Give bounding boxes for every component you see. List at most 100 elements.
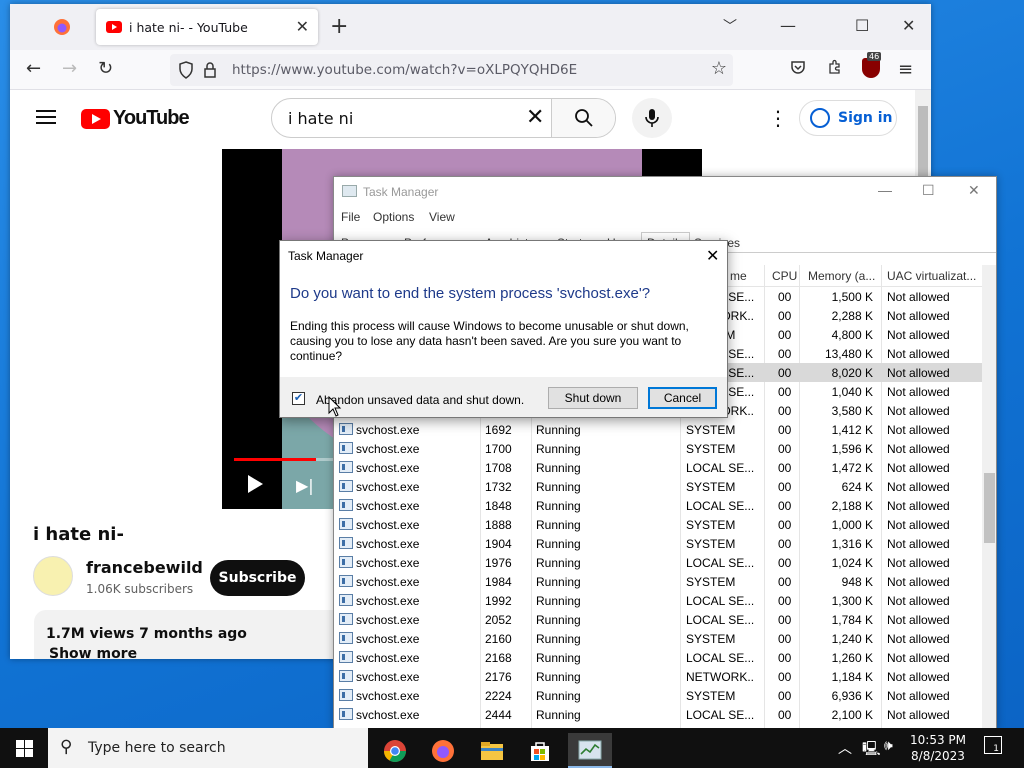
youtube-play-logo-icon <box>81 108 110 129</box>
table-row[interactable]: svchost.exe 2176 Running NETWORK... 00 1,184 … <box>334 667 982 686</box>
play-icon[interactable] <box>248 475 263 493</box>
youtube-logo[interactable]: YouTube <box>81 107 190 130</box>
search-icon: ⚲ <box>60 737 73 757</box>
cell-pid: 1692 <box>485 423 512 437</box>
cell-memory: 1,316 K <box>831 537 873 551</box>
show-more-link[interactable]: Show more <box>49 646 137 659</box>
channel-avatar[interactable] <box>33 556 73 596</box>
ublock-origin-icon[interactable] <box>862 58 880 78</box>
store-taskbar-button[interactable] <box>518 733 562 768</box>
abandon-data-label[interactable]: Abandon unsaved data and shut down. <box>316 393 524 407</box>
tracking-shield-icon[interactable] <box>178 61 194 79</box>
cancel-button[interactable]: Cancel <box>648 387 717 409</box>
forward-arrow-icon[interactable]: → <box>62 58 77 79</box>
search-box[interactable]: i hate ni ✕ <box>271 98 616 138</box>
table-row[interactable]: svchost.exe 1976 Running LOCAL SE... 00 1,024… <box>334 553 982 572</box>
table-row[interactable]: svchost.exe 2224 Running SYSTEM 00 6,936 K Not… <box>334 686 982 705</box>
description-box[interactable]: 1.7M views 7 months ago Show more <box>34 610 354 659</box>
table-row[interactable]: svchost.exe 1984 Running SYSTEM 00 948 K Not a… <box>334 572 982 591</box>
table-row[interactable]: svchost.exe 1708 Running LOCAL SE... 00 1,472… <box>334 458 982 477</box>
table-row[interactable]: svchost.exe 1992 Running LOCAL SE... 00 1,300… <box>334 591 982 610</box>
process-icon <box>339 632 353 644</box>
tm-close-button[interactable]: ✕ <box>968 182 980 199</box>
firefox-view-button[interactable] <box>32 12 92 42</box>
pocket-icon[interactable] <box>790 59 806 75</box>
cell-uac: Not allowed <box>887 328 950 342</box>
cell-uac: Not allowed <box>887 632 950 646</box>
search-button[interactable] <box>551 99 615 137</box>
notification-center-icon[interactable]: 1 <box>984 736 1002 754</box>
tab-youtube[interactable]: i hate ni- - YouTube ✕ <box>96 9 318 45</box>
process-list-scrollbar[interactable] <box>982 265 996 730</box>
next-video-icon[interactable]: ▶| <box>296 476 314 495</box>
back-arrow-icon[interactable]: ← <box>26 58 41 79</box>
lock-icon[interactable] <box>203 61 217 79</box>
task-manager-taskbar-button[interactable] <box>568 733 612 768</box>
cell-name: svchost.exe <box>356 575 420 589</box>
file-explorer-taskbar-button[interactable] <box>470 733 514 768</box>
close-tab-icon[interactable]: ✕ <box>296 17 309 36</box>
cell-username: SYSTEM <box>686 442 736 456</box>
bookmark-star-icon[interactable]: ☆ <box>711 58 727 79</box>
column-memory[interactable]: Memory (a... <box>808 269 875 283</box>
table-row[interactable]: svchost.exe 1888 Running SYSTEM 00 1,000 K Not… <box>334 515 982 534</box>
table-row[interactable]: svchost.exe 1848 Running LOCAL SE... 00 2,188… <box>334 496 982 515</box>
shut-down-button[interactable]: Shut down <box>548 387 638 409</box>
cell-name: svchost.exe <box>356 423 420 437</box>
minimize-button[interactable]: — <box>780 16 796 35</box>
ublock-badge: 46 <box>867 52 882 61</box>
table-row[interactable]: svchost.exe 1904 Running SYSTEM 00 1,316 K Not… <box>334 534 982 553</box>
close-window-button[interactable]: ✕ <box>902 16 915 35</box>
guide-menu-icon[interactable] <box>36 110 56 124</box>
firefox-taskbar-button[interactable] <box>421 733 465 768</box>
table-row[interactable]: svchost.exe 1700 Running SYSTEM 00 1,596 K Not… <box>334 439 982 458</box>
dialog-close-icon[interactable]: ✕ <box>706 246 719 266</box>
list-all-tabs-chevron-icon[interactable]: ﹀ <box>723 16 737 36</box>
tm-minimize-button[interactable]: — <box>878 182 892 198</box>
table-row[interactable]: svchost.exe 2168 Running LOCAL SE... 00 1,260… <box>334 648 982 667</box>
menu-file[interactable]: File <box>341 210 360 224</box>
maximize-button[interactable]: ☐ <box>855 16 869 35</box>
sign-in-button[interactable]: Sign in <box>799 100 897 136</box>
table-row[interactable]: svchost.exe 1692 Running SYSTEM 00 1,412 K Not… <box>334 420 982 439</box>
new-tab-button[interactable]: + <box>330 14 348 39</box>
table-row[interactable]: svchost.exe 2444 Running LOCAL SE... 00 2,100… <box>334 705 982 724</box>
subscribe-button[interactable]: Subscribe <box>210 560 305 596</box>
column-username[interactable]: me <box>730 269 747 283</box>
volume-icon[interactable]: 🕪 <box>884 738 893 754</box>
menu-view[interactable]: View <box>429 210 455 224</box>
column-cpu[interactable]: CPU <box>772 269 797 283</box>
search-input[interactable]: i hate ni <box>288 109 353 128</box>
cell-cpu: 00 <box>778 423 792 437</box>
voice-search-button[interactable] <box>632 98 672 138</box>
settings-kebab-icon[interactable]: ⋮ <box>768 106 788 130</box>
cell-name: svchost.exe <box>356 632 420 646</box>
table-row[interactable]: svchost.exe 1732 Running SYSTEM 00 624 K Not a… <box>334 477 982 496</box>
show-hidden-icons-chevron-icon[interactable]: ︿ <box>838 738 852 758</box>
chrome-icon <box>384 739 406 762</box>
chrome-taskbar-button[interactable] <box>373 733 417 768</box>
hamburger-menu-icon[interactable]: ≡ <box>898 59 913 80</box>
extensions-puzzle-icon[interactable] <box>827 59 843 75</box>
cell-cpu: 00 <box>778 708 792 722</box>
cell-uac: Not allowed <box>887 537 950 551</box>
reload-icon[interactable]: ↻ <box>98 58 113 79</box>
cell-status: Running <box>536 575 581 589</box>
table-row[interactable]: svchost.exe 2052 Running LOCAL SE... 00 1,784… <box>334 610 982 629</box>
menu-options[interactable]: Options <box>373 210 414 224</box>
cell-uac: Not allowed <box>887 556 950 570</box>
task-manager-menubar: File Options View <box>334 205 996 229</box>
tm-maximize-button[interactable]: ☐ <box>922 182 935 199</box>
start-windows-icon[interactable] <box>16 740 33 757</box>
network-icon[interactable]: 🖳 <box>862 738 881 762</box>
channel-name[interactable]: francebewild <box>86 558 203 577</box>
address-bar[interactable]: https://www.youtube.com/watch?v=oXLPQYQH… <box>170 54 733 86</box>
table-row[interactable]: svchost.exe 2160 Running SYSTEM 00 1,240 K Not… <box>334 629 982 648</box>
abandon-data-checkbox[interactable]: ✔ <box>292 392 305 405</box>
cell-uac: Not allowed <box>887 689 950 703</box>
cell-pid: 2176 <box>485 670 512 684</box>
column-uac[interactable]: UAC virtualizat... <box>887 269 976 283</box>
system-clock[interactable]: 10:53 PM 8/8/2023 <box>903 732 973 764</box>
taskbar-search-box[interactable]: ⚲ Type here to search <box>48 728 368 768</box>
clear-search-icon[interactable]: ✕ <box>526 105 544 130</box>
